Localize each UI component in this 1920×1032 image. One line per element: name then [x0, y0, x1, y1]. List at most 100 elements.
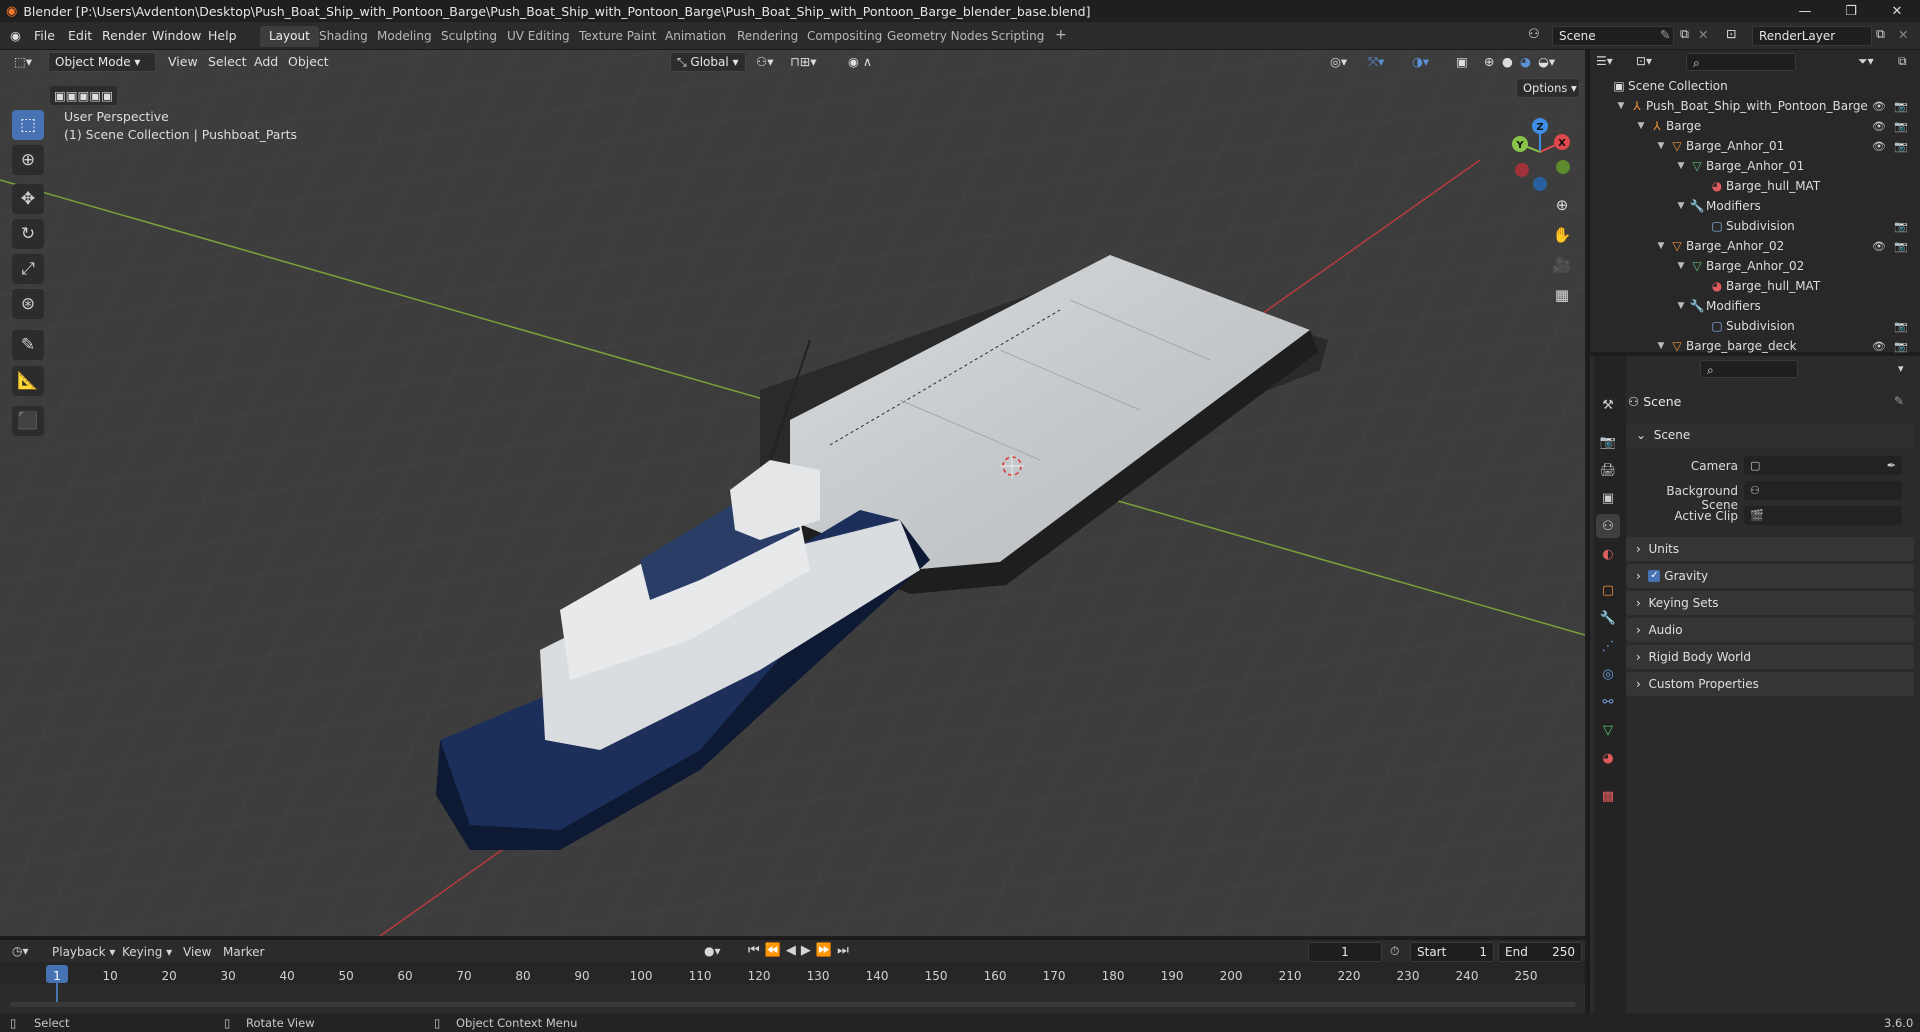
new-collection-icon[interactable]: ⧉	[1898, 54, 1907, 69]
workspace-tab-scripting[interactable]: Scripting	[982, 26, 1053, 47]
panel-keying-sets[interactable]: › Keying Sets	[1626, 591, 1914, 615]
delete-view-layer-icon[interactable]: ✕	[1898, 27, 1908, 42]
mode-selector[interactable]: Object Mode ▾	[48, 52, 156, 72]
object-tab-icon[interactable]: ▢	[1596, 578, 1620, 602]
outliner-filter-icon[interactable]: ⏷▾	[1858, 54, 1874, 69]
auto-keying-icon[interactable]: ●▾	[704, 944, 721, 958]
outliner-row-push-boat-ship[interactable]: ▼ ⅄ Push_Boat_Ship_with_Pontoon_Barge 👁 📷	[1590, 96, 1920, 116]
new-scene-icon[interactable]: ⧉	[1680, 26, 1689, 42]
xray-toggle-icon[interactable]: ▣	[1456, 54, 1468, 69]
panel-gravity[interactable]: › ✓ Gravity	[1626, 564, 1914, 588]
camera-view-icon[interactable]: 🎥	[1548, 252, 1576, 278]
3d-viewport[interactable]: Z X Y	[0, 50, 1585, 936]
jump-end-icon[interactable]: ⏭	[837, 943, 854, 958]
properties-options-icon[interactable]: ▾	[1898, 362, 1904, 375]
outliner-row-barge-hull-mat[interactable]: ◕ Barge_hull_MAT	[1590, 176, 1920, 196]
rotate-tool-icon[interactable]: ↻	[12, 219, 44, 249]
visibility-eye-icon[interactable]: 👁	[1872, 340, 1886, 353]
add-cube-tool-icon[interactable]: ⬛	[12, 406, 44, 436]
menu-file[interactable]: File	[34, 28, 55, 43]
expand-triangle-icon[interactable]: ▼	[1674, 201, 1688, 211]
view-layer-icon[interactable]: ⊡	[1726, 26, 1736, 41]
close-button[interactable]: ✕	[1874, 0, 1920, 22]
expand-triangle-icon[interactable]: ▼	[1674, 261, 1688, 271]
menu-help[interactable]: Help	[208, 28, 237, 43]
current-frame-field[interactable]: 1	[1308, 942, 1382, 962]
outliner-row-subdivision-2[interactable]: ▢ Subdivision 📷	[1590, 316, 1920, 336]
expand-triangle-icon[interactable]: ▼	[1614, 101, 1628, 111]
workspace-tab-shading[interactable]: Shading	[310, 26, 377, 47]
delete-scene-icon[interactable]: ✕	[1698, 27, 1708, 42]
particles-tab-icon[interactable]: ⋰	[1596, 634, 1620, 658]
timeline-menu-view[interactable]: View	[183, 945, 211, 959]
render-camera-icon[interactable]: 📷	[1894, 220, 1908, 233]
cursor-tool-icon[interactable]: ⊕	[12, 145, 44, 175]
next-keyframe-icon[interactable]: ⏩	[816, 943, 837, 958]
viewport-menu-object[interactable]: Object	[288, 54, 329, 69]
mesh-data-tab-icon[interactable]: ▽	[1596, 718, 1620, 742]
expand-triangle-icon[interactable]: ▼	[1674, 161, 1688, 171]
render-camera-icon[interactable]: 📷	[1894, 140, 1908, 153]
visibility-eye-icon[interactable]: 👁	[1872, 140, 1886, 153]
menu-render[interactable]: Render	[102, 28, 147, 43]
expand-triangle-icon[interactable]: ▼	[1634, 121, 1648, 131]
snap-icon[interactable]: ⊓⊞▾	[790, 54, 817, 69]
annotate-tool-icon[interactable]: ✎	[12, 330, 44, 360]
rendered-shading-icon[interactable]: ◒▾	[1538, 54, 1555, 69]
world-tab-icon[interactable]: ◐	[1596, 542, 1620, 566]
navigation-gizmo[interactable]: Z X Y	[1500, 112, 1580, 192]
timeline-menu-keying[interactable]: Keying ▾	[122, 945, 172, 959]
panel-rigid-body-world[interactable]: › Rigid Body World	[1626, 645, 1914, 669]
visibility-icon[interactable]: ◎▾	[1330, 54, 1347, 69]
active-clip-field[interactable]: 🎬	[1744, 506, 1902, 525]
pivot-point-icon[interactable]: ⚇▾	[756, 54, 773, 69]
physics-tab-icon[interactable]: ◎	[1596, 662, 1620, 686]
properties-search-input[interactable]: ⌕	[1700, 360, 1798, 378]
texture-tab-icon[interactable]: ▩	[1596, 784, 1620, 808]
options-dropdown[interactable]: Options ▾	[1516, 78, 1580, 98]
new-view-layer-icon[interactable]: ⧉	[1876, 26, 1885, 42]
select-box-tool-icon[interactable]: ⬚	[12, 110, 44, 140]
select-mode-buttons[interactable]: ▣▣▣▣▣	[50, 86, 118, 105]
view-layer-tab-icon[interactable]: ▣	[1596, 486, 1620, 510]
material-preview-shading-icon[interactable]: ◕	[1520, 54, 1531, 69]
render-camera-icon[interactable]: 📷	[1894, 340, 1908, 353]
outliner-editor-type-icon[interactable]: ☰▾	[1596, 54, 1613, 68]
start-frame-field[interactable]: Start 1	[1410, 942, 1494, 962]
view-layer-field[interactable]: RenderLayer	[1752, 26, 1872, 46]
playback-controls[interactable]: ⏮⏪◀▶⏩⏭	[748, 943, 854, 958]
outliner-row-barge-hull-mat-2[interactable]: ◕ Barge_hull_MAT	[1590, 276, 1920, 296]
play-icon[interactable]: ▶	[801, 943, 816, 958]
background-scene-field[interactable]: ⚇	[1744, 481, 1902, 500]
outliner-row-barge[interactable]: ▼ ⅄ Barge 👁 📷	[1590, 116, 1920, 136]
render-camera-icon[interactable]: 📷	[1894, 120, 1908, 133]
render-camera-icon[interactable]: 📷	[1894, 320, 1908, 333]
expand-triangle-icon[interactable]: ▼	[1654, 141, 1668, 151]
wireframe-shading-icon[interactable]: ⊕	[1484, 54, 1494, 69]
expand-triangle-icon[interactable]: ▼	[1674, 301, 1688, 311]
transform-orientation-selector[interactable]: ⤡ Global ▾	[670, 52, 746, 72]
outliner-row-modifiers[interactable]: ▼ 🔧 Modifiers	[1590, 196, 1920, 216]
timeline-scrollbar[interactable]	[10, 1002, 1576, 1007]
workspace-tab-texture-paint[interactable]: Texture Paint	[570, 26, 665, 47]
render-camera-icon[interactable]: 📷	[1894, 240, 1908, 253]
render-camera-icon[interactable]: 📷	[1894, 100, 1908, 113]
constraints-tab-icon[interactable]: ⚯	[1596, 690, 1620, 714]
workspace-tab-modeling[interactable]: Modeling	[368, 26, 441, 47]
outliner-row-barge-anhor-01[interactable]: ▼ ▽ Barge_Anhor_01 👁 📷	[1590, 136, 1920, 156]
expand-triangle-icon[interactable]: ▼	[1654, 341, 1668, 351]
move-tool-icon[interactable]: ✥	[12, 184, 44, 214]
transform-tool-icon[interactable]: ⊛	[12, 289, 44, 319]
material-tab-icon[interactable]: ◕	[1596, 746, 1620, 770]
visibility-eye-icon[interactable]: 👁	[1872, 240, 1886, 253]
scale-tool-icon[interactable]: ⤢	[12, 254, 44, 284]
pin-scene-icon[interactable]: ✎	[1660, 27, 1670, 42]
editor-type-icon[interactable]: ⬚▾	[14, 54, 32, 69]
workspace-tab-sculpting[interactable]: Sculpting	[432, 26, 506, 47]
blender-menu-icon[interactable]: ◉	[10, 28, 21, 43]
overlays-toggle-icon[interactable]: ◑▾	[1412, 54, 1429, 69]
workspace-tab-uv-editing[interactable]: UV Editing	[498, 26, 579, 47]
outliner-row-barge-anhor-01-mesh[interactable]: ▼ ▽ Barge_Anhor_01	[1590, 156, 1920, 176]
maximize-button[interactable]: ❐	[1828, 0, 1874, 22]
camera-field[interactable]: ▢ ✒	[1744, 456, 1902, 475]
